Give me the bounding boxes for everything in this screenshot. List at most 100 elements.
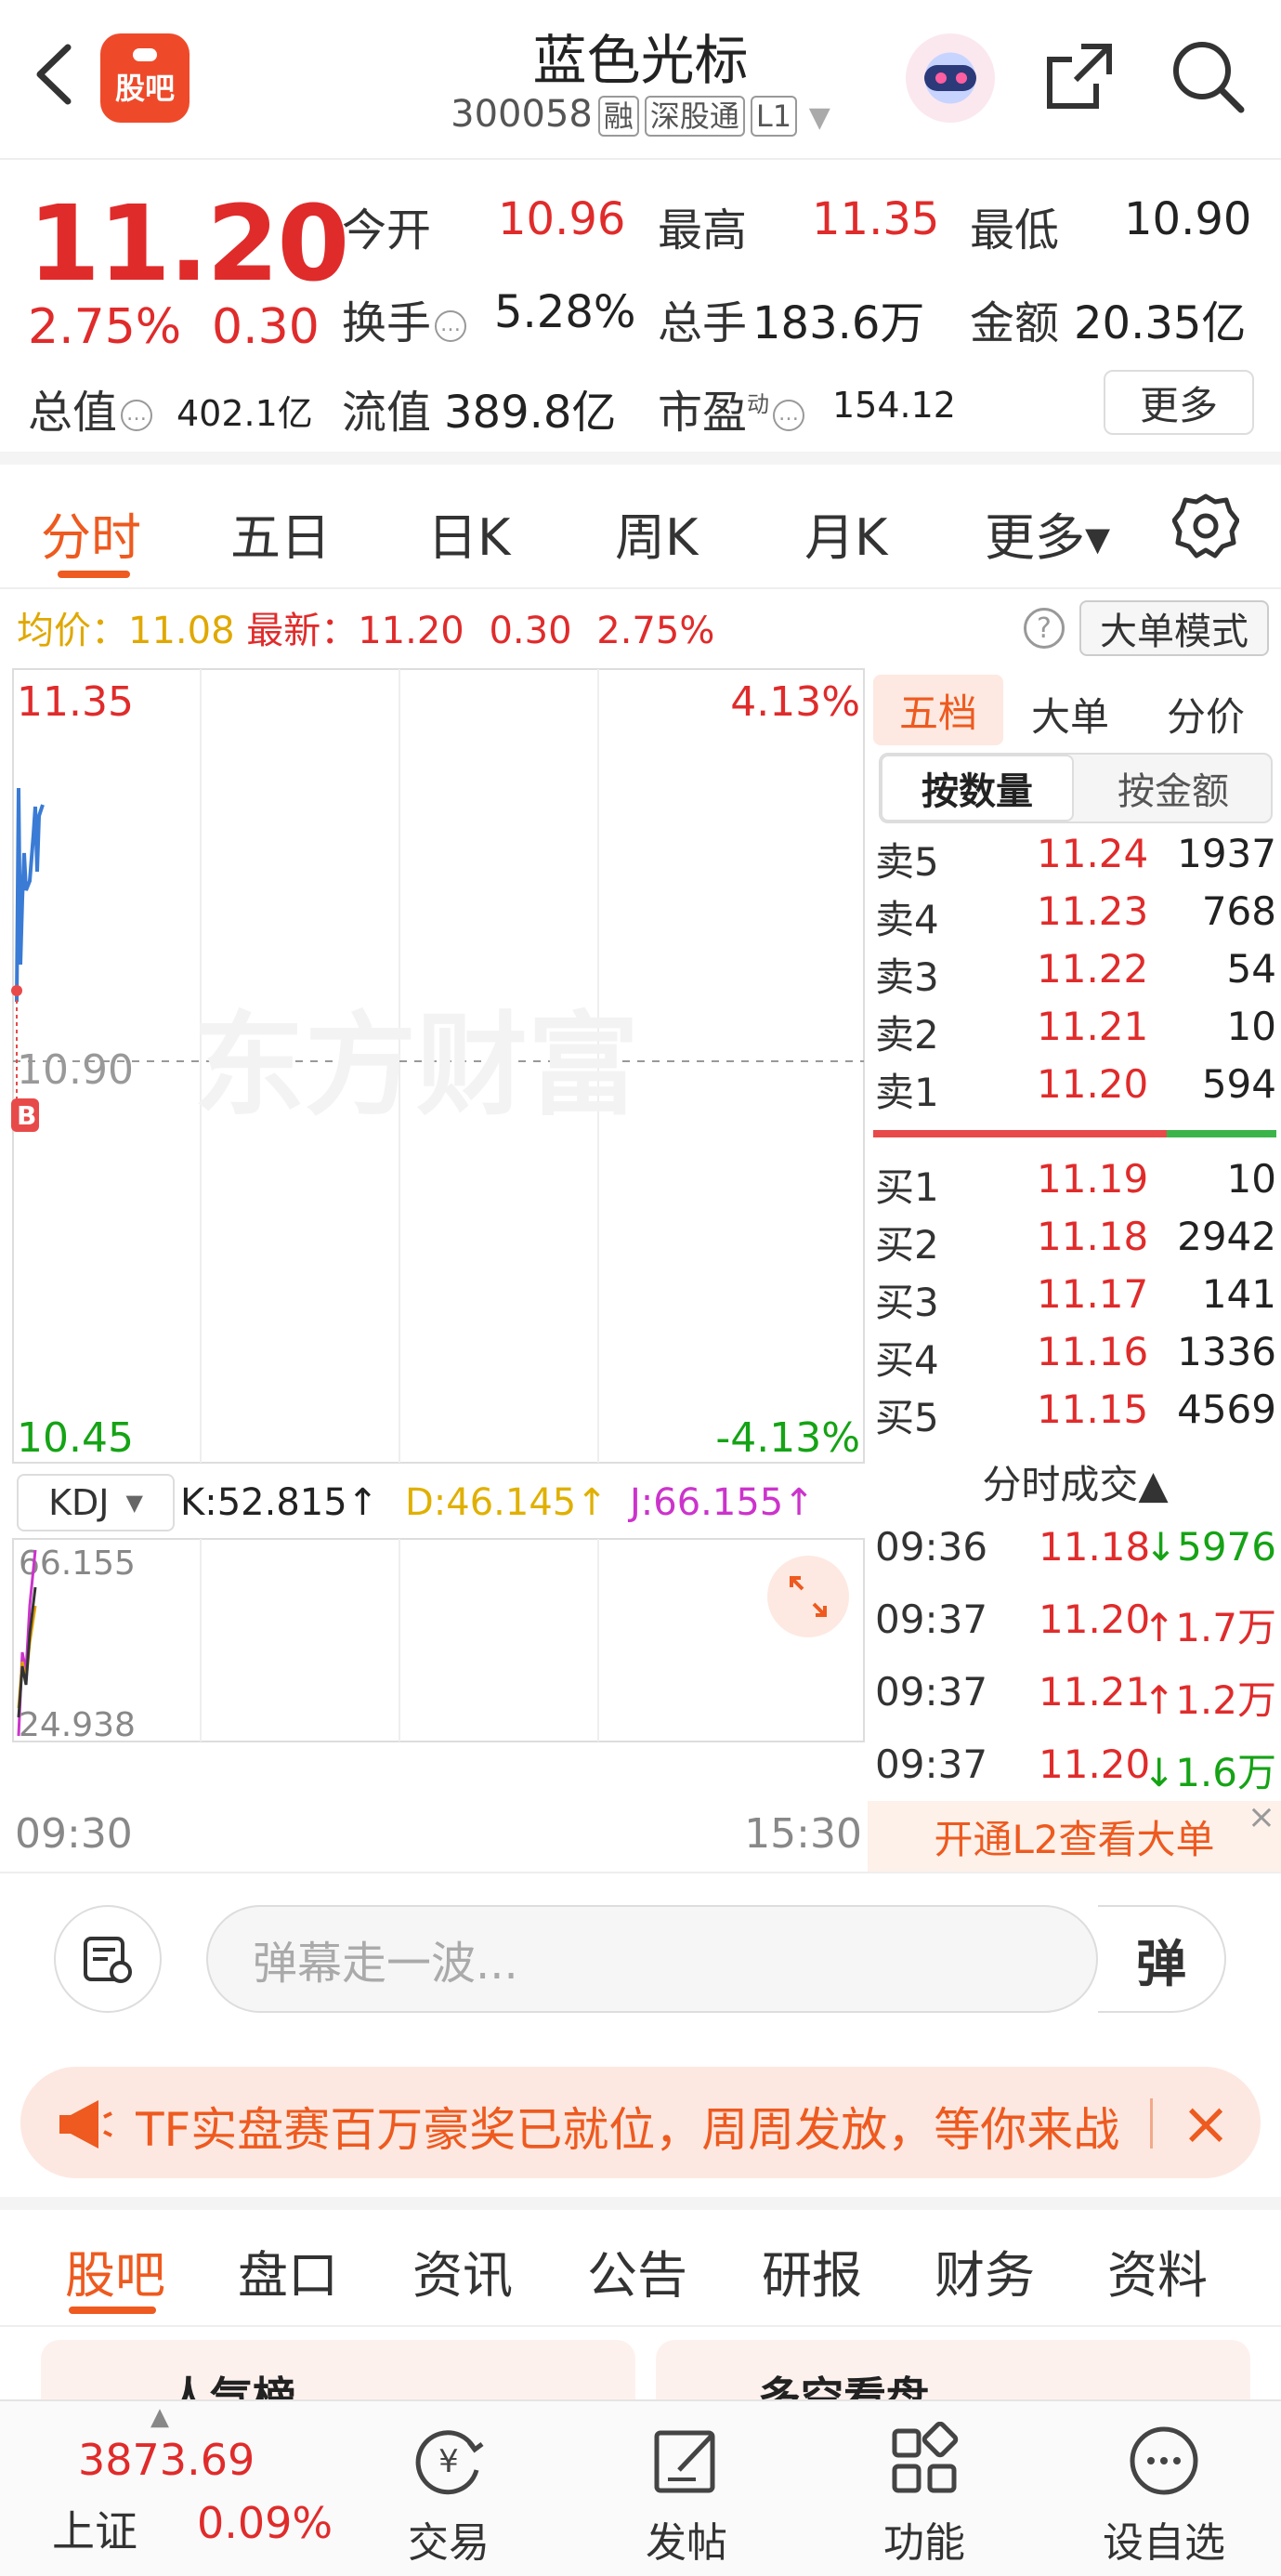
tab-active-indicator (58, 571, 130, 578)
stock-code: 300058 (451, 93, 593, 136)
caret-down-icon: ▼ (125, 1490, 143, 1516)
avg-value: 11.08 (128, 610, 235, 652)
ticks-header[interactable]: 分时成交▲ (869, 1450, 1281, 1513)
bid-strength-bar (1167, 1130, 1276, 1137)
avg-label: 均价： (17, 610, 128, 652)
caret-up-icon: ▲ (150, 2403, 169, 2431)
tab-intraday[interactable]: 分时 (41, 496, 141, 570)
change-percent: 2.75% (28, 299, 182, 355)
tag-connect: 深股通 (644, 96, 745, 137)
amount-label: 金额 (970, 297, 1060, 349)
index-value[interactable]: 3873.69 (78, 2435, 255, 2485)
tab-weekly-k[interactable]: 周K (615, 496, 698, 570)
high-value: 11.35 (812, 193, 940, 245)
intraday-chart[interactable]: 东方财富 B 11.35 10.90 10.45 4.13% -4.13% K:… (11, 667, 866, 1875)
apps-grid-icon (892, 2422, 959, 2493)
ask-row: 卖5 11.24 1937 (875, 831, 1276, 885)
danmaku-input[interactable]: 弹幕走一波... (206, 1905, 1098, 2013)
pe-label[interactable]: 市盈动… (658, 375, 805, 440)
close-icon[interactable]: × (1169, 2087, 1243, 2162)
tab-research[interactable]: 研报 (762, 2234, 862, 2307)
turnover-label[interactable]: 换手… (342, 286, 467, 351)
tab-daily-k[interactable]: 日K (427, 496, 510, 570)
card-bull-bear[interactable]: 多空看盘 (656, 2340, 1250, 2423)
kdj-j: J:66.155↑ (627, 1481, 815, 1524)
search-icon[interactable] (1169, 37, 1247, 115)
pct-min-label: -4.13% (715, 1414, 860, 1462)
ask-row: 卖4 11.23 768 (875, 888, 1276, 942)
ask-row: 卖2 11.21 10 (875, 1004, 1276, 1058)
tab-more[interactable]: 更多▾ (985, 496, 1110, 570)
x-start-label: 09:30 (15, 1810, 133, 1858)
caret-down-icon: ▼ (808, 101, 830, 134)
tab-profile[interactable]: 资料 (1107, 2234, 1208, 2307)
pct-max-label: 4.13% (730, 678, 860, 726)
tab-announcements[interactable]: 公告 (587, 2234, 687, 2307)
y-min-label: 10.45 (17, 1414, 134, 1462)
help-icon[interactable]: ? (1024, 608, 1065, 649)
tab-five-day[interactable]: 五日 (230, 496, 331, 570)
watermark: 东方财富 (193, 1002, 639, 1131)
danmaku-send-button[interactable]: 弹 (1098, 1905, 1226, 2013)
card-popularity[interactable]: 人气榜 (41, 2340, 635, 2423)
latest-change: 0.30 (489, 610, 572, 652)
latest-label: 最新： (246, 610, 359, 652)
bid-row: 买3 11.17 141 (875, 1271, 1276, 1325)
pe-dynamic-sup: 动 (747, 391, 770, 417)
turnover-value: 5.28% (494, 286, 636, 338)
index-name[interactable]: 上证 (52, 2498, 137, 2559)
volume-label: 总手 (658, 297, 748, 349)
gear-icon[interactable] (1171, 493, 1240, 559)
expand-button[interactable] (767, 1556, 849, 1637)
bid-row: 买1 11.19 10 (875, 1156, 1276, 1210)
more-dots-icon (1130, 2426, 1198, 2495)
more-button[interactable]: 更多 (1104, 370, 1254, 435)
kdj-d: D:46.145↑ (405, 1481, 608, 1524)
tab-financials[interactable]: 财务 (935, 2234, 1035, 2307)
tab-news[interactable]: 资讯 (412, 2234, 513, 2307)
functions-button[interactable]: 功能 (845, 2416, 1003, 2574)
index-percent: 0.09% (197, 2498, 333, 2548)
amount-value: 20.35亿 (1074, 297, 1247, 349)
tab-guba[interactable]: 股吧 (65, 2234, 165, 2307)
open-value: 10.96 (498, 193, 626, 245)
tab-pankou[interactable]: 盘口 (238, 2234, 338, 2307)
trade-button[interactable]: ¥ 交易 (370, 2416, 528, 2574)
yuan-circle-icon: ¥ (415, 2430, 484, 2495)
l2-upgrade-banner[interactable]: 开通L2查看大单 (868, 1801, 1281, 1872)
tab-monthly-k[interactable]: 月K (804, 496, 887, 570)
volume-value: 183.6万 (752, 297, 925, 349)
tab-price-dist[interactable]: 分价 (1167, 686, 1245, 743)
by-amount-button[interactable]: 按金额 (1078, 755, 1269, 821)
share-icon[interactable] (1040, 37, 1118, 115)
change-amount: 0.30 (212, 299, 320, 355)
edit-icon (654, 2430, 715, 2493)
tab-active-indicator (69, 2307, 156, 2314)
mcap-label[interactable]: 总值… (28, 375, 153, 440)
tab-big-order[interactable]: 大单 (1031, 686, 1109, 743)
tab-five-level[interactable]: 五档 (873, 675, 1003, 745)
add-watchlist-button[interactable]: 设自选 (1085, 2416, 1243, 2574)
latest-percent: 2.75% (596, 610, 715, 652)
close-icon[interactable]: × (1245, 1801, 1278, 1834)
low-value: 10.90 (1124, 193, 1252, 245)
big-order-mode-button[interactable]: 大单模式 (1079, 600, 1269, 656)
by-quantity-button[interactable]: 按数量 (881, 755, 1074, 821)
post-button[interactable]: 发帖 (608, 2416, 765, 2574)
promo-text: TF实盘赛百万豪奖已就位，周周发放，等你来战 (136, 2103, 1120, 2157)
float-cap-value: 389.8亿 (444, 387, 617, 439)
danmaku-settings-icon (84, 1937, 132, 1983)
y-max-label: 11.35 (17, 678, 134, 726)
kdj-k: K:52.815↑ (180, 1481, 378, 1524)
danmaku-settings-button[interactable] (54, 1905, 162, 2013)
price-info-line: 均价：11.08 最新：11.20 0.30 2.75% (17, 600, 714, 654)
indicator-select[interactable]: KDJ ▼ (17, 1474, 175, 1531)
ask-strength-bar (873, 1130, 1167, 1137)
pe-value: 154.12 (832, 385, 956, 426)
high-label: 最高 (658, 204, 748, 256)
tag-level: L1 (750, 96, 798, 137)
open-label: 今开 (342, 204, 432, 256)
assistant-robot-icon[interactable] (906, 33, 995, 123)
tag-margin: 融 (597, 96, 639, 137)
ask-row: 卖3 11.22 54 (875, 946, 1276, 1000)
